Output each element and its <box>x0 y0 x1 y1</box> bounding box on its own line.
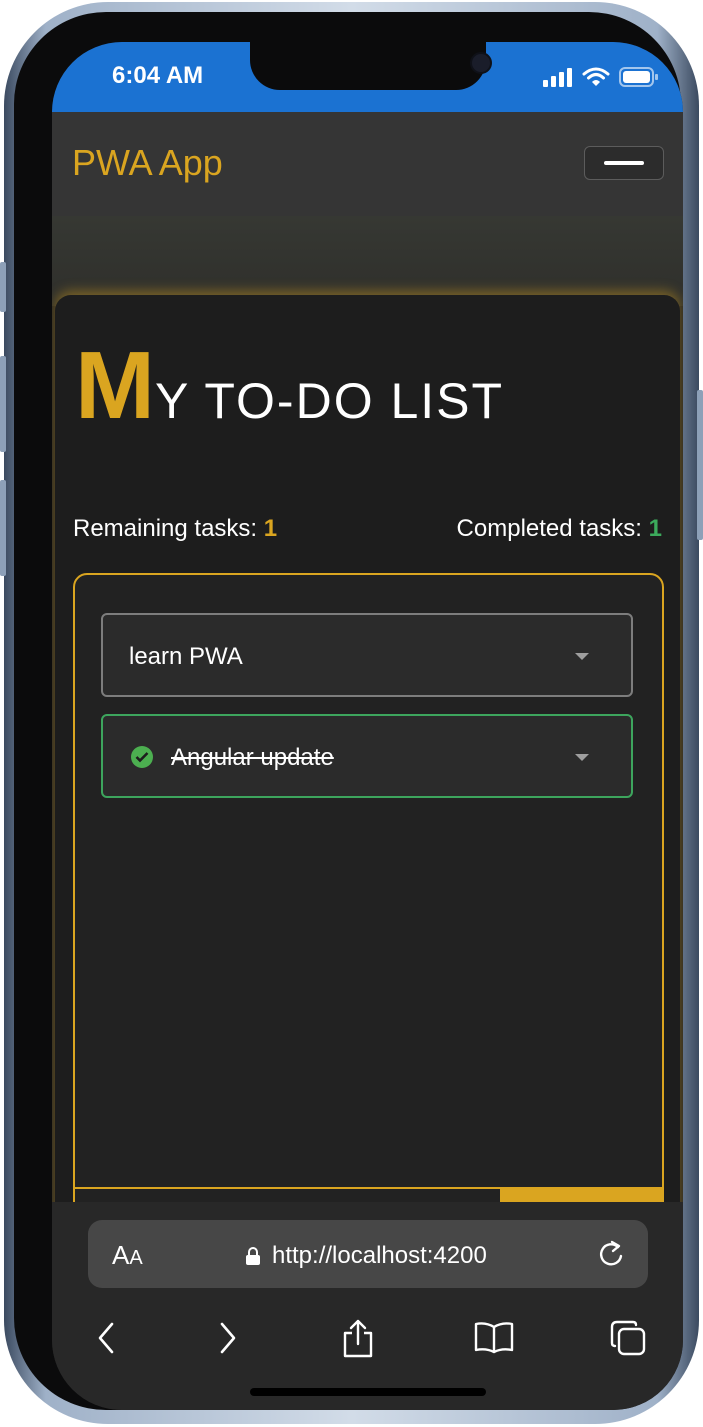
share-icon <box>343 1319 373 1358</box>
reload-icon[interactable] <box>596 1238 626 1270</box>
forward-icon <box>220 1322 236 1354</box>
address-bar[interactable]: AA http://localhost:4200 <box>88 1220 648 1288</box>
signal-icon <box>543 68 572 87</box>
tabs-icon <box>610 1320 646 1356</box>
screen: 6:04 AM PWA App MY TO-DO LIST Remaining … <box>52 42 683 1410</box>
camera <box>470 52 492 74</box>
volume-down-button <box>0 480 6 576</box>
home-indicator <box>250 1388 486 1396</box>
completed-label: Completed tasks: <box>456 515 642 542</box>
page-title-initial: M <box>75 332 155 439</box>
remaining-label: Remaining tasks: <box>73 515 258 542</box>
remaining-count: 1 <box>263 515 278 542</box>
menu-icon <box>604 161 644 165</box>
bookmarks-icon <box>474 1322 514 1354</box>
page-title-rest: Y TO-DO LIST <box>154 373 505 429</box>
text-size-small: A <box>129 1247 143 1269</box>
back-icon <box>98 1322 114 1354</box>
todo-text: Angular update <box>171 744 334 771</box>
lock-icon <box>246 1247 260 1265</box>
url-text: http://localhost:4200 <box>272 1242 487 1269</box>
share-button[interactable] <box>328 1308 388 1368</box>
app-title[interactable]: PWA App <box>72 142 223 184</box>
todo-text: learn PWA <box>129 643 243 670</box>
completed-tasks: Completed tasks: 1 <box>457 515 662 543</box>
mute-switch <box>0 262 6 312</box>
battery-icon <box>619 67 658 87</box>
completed-count: 1 <box>648 515 662 542</box>
tabs-button[interactable] <box>598 1308 658 1368</box>
menu-button[interactable] <box>584 146 664 180</box>
app-header: PWA App <box>52 112 683 216</box>
todo-card: MY TO-DO LIST Remaining tasks: 1 Complet… <box>55 295 680 1257</box>
back-button[interactable] <box>76 1308 136 1368</box>
check-circle-icon <box>131 746 153 768</box>
status-icons <box>543 66 659 88</box>
page-title: MY TO-DO LIST <box>75 331 504 441</box>
bookmarks-button[interactable] <box>464 1308 524 1368</box>
chevron-down-icon[interactable] <box>575 653 589 660</box>
wifi-icon <box>582 67 610 86</box>
phone-bezel: 6:04 AM PWA App MY TO-DO LIST Remaining … <box>14 12 683 1410</box>
volume-up-button <box>0 356 6 452</box>
browser-toolbar: AA http://localhost:4200 <box>52 1202 683 1410</box>
forward-button[interactable] <box>198 1308 258 1368</box>
text-size-big: A <box>112 1240 130 1270</box>
todo-item-completed[interactable]: Angular update <box>101 714 633 798</box>
notch <box>250 42 492 90</box>
status-bar: 6:04 AM <box>52 42 683 112</box>
remaining-tasks: Remaining tasks: 1 <box>73 515 277 543</box>
power-button <box>697 390 703 540</box>
header-backdrop <box>52 216 683 306</box>
browser-nav <box>52 1308 683 1368</box>
todo-item[interactable]: learn PWA <box>101 613 633 697</box>
chevron-down-icon[interactable] <box>575 754 589 761</box>
text-size-button[interactable]: AA <box>112 1240 143 1271</box>
todo-list: learn PWA Angular update <box>73 573 664 1257</box>
status-time: 6:04 AM <box>112 62 204 89</box>
